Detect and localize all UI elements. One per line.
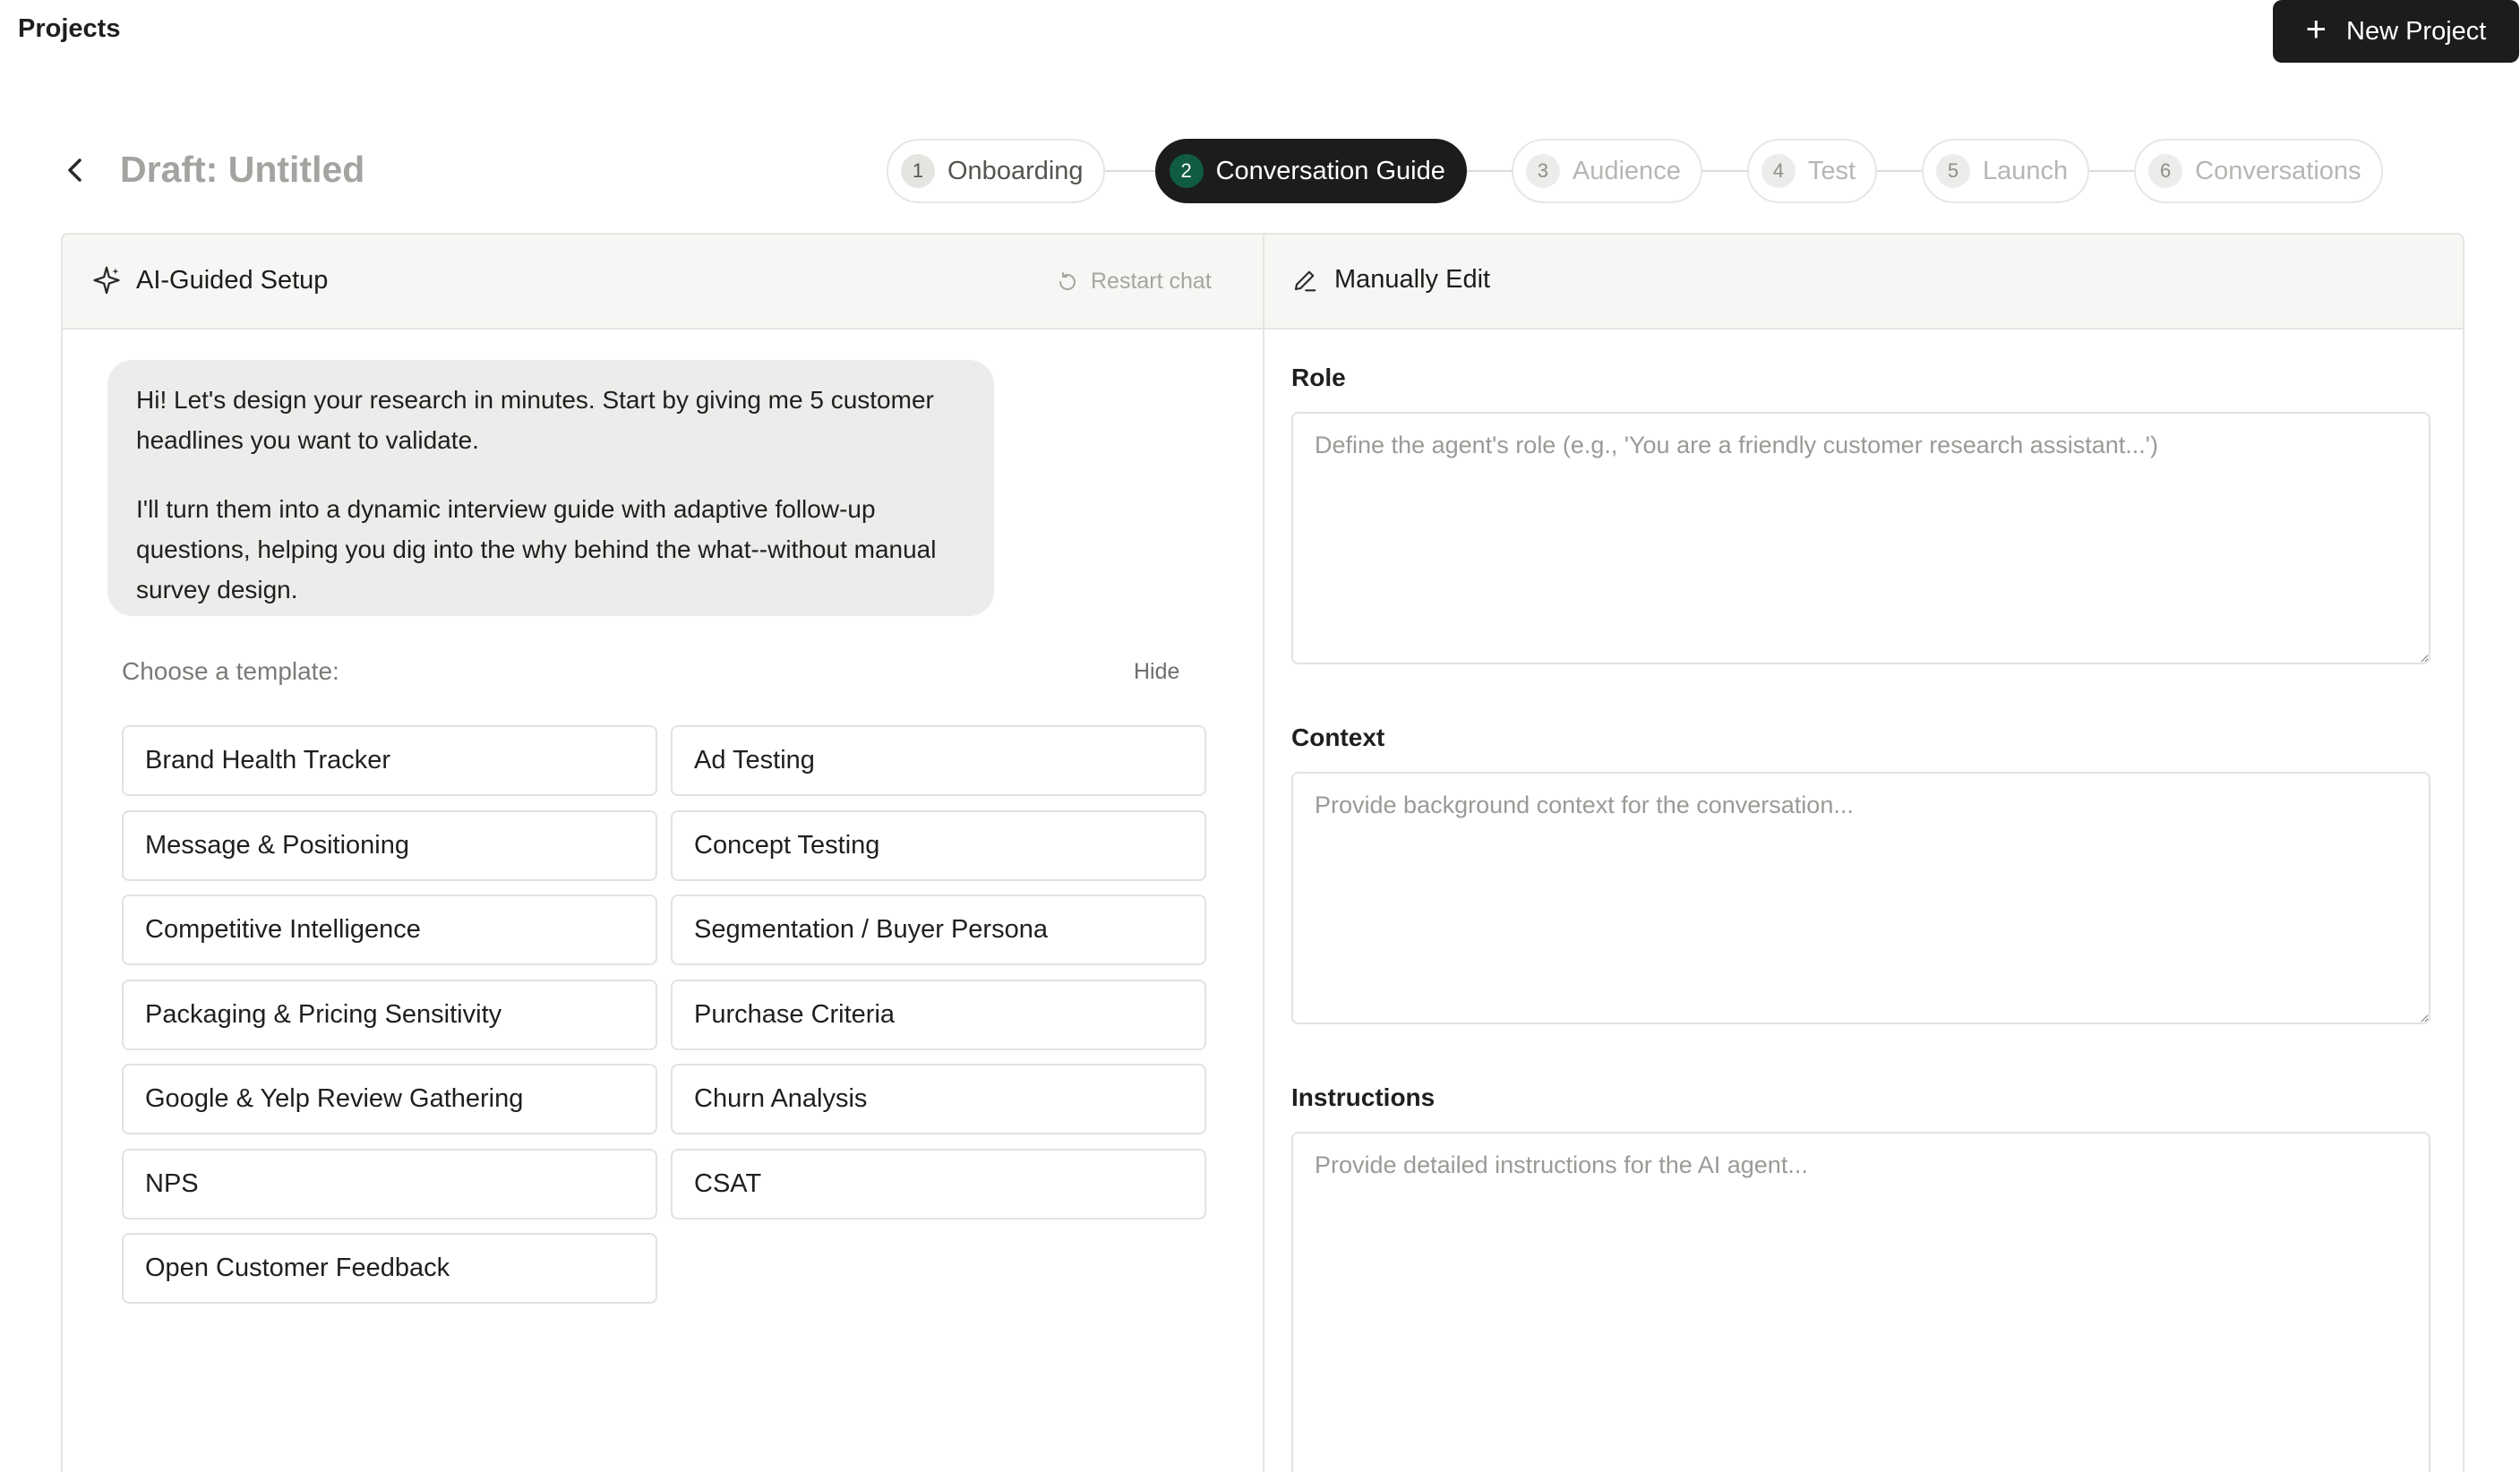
context-label: Context: [1291, 723, 1385, 751]
page-title: Projects: [18, 14, 121, 43]
template-message-positioning[interactable]: Message & Positioning: [122, 810, 657, 881]
draft-title: Draft: Untitled: [120, 149, 365, 190]
template-open-customer-feedback[interactable]: Open Customer Feedback: [122, 1233, 657, 1304]
step-label: Conversations: [2195, 156, 2361, 185]
step-number: 6: [2148, 154, 2183, 188]
hide-templates-button[interactable]: Hide: [1134, 659, 1179, 685]
ai-guided-setup-title: AI-Guided Setup: [136, 265, 329, 295]
progress-stepper: 1 Onboarding 2 Conversation Guide 3 Audi…: [887, 139, 2383, 203]
template-google-yelp-review-gathering[interactable]: Google & Yelp Review Gathering: [122, 1064, 657, 1134]
step-number: 1: [901, 154, 935, 188]
step-audience[interactable]: 3 Audience: [1511, 139, 1702, 203]
step-label: Conversation Guide: [1215, 156, 1445, 185]
refresh-icon: [1059, 271, 1076, 290]
draft-header: Draft: Untitled 1 Onboarding 2 Conversat…: [0, 134, 2520, 206]
template-nps[interactable]: NPS: [122, 1149, 657, 1220]
step-number: 4: [1761, 154, 1796, 188]
template-csat[interactable]: CSAT: [671, 1149, 1206, 1220]
template-ad-testing[interactable]: Ad Testing: [671, 725, 1206, 796]
assistant-message-paragraph: I'll turn them into a dynamic interview …: [136, 495, 937, 603]
template-brand-health-tracker[interactable]: Brand Health Tracker: [122, 725, 657, 796]
back-button[interactable]: [57, 152, 93, 188]
template-concept-testing[interactable]: Concept Testing: [671, 810, 1206, 881]
step-connector: [2089, 170, 2135, 172]
choose-template-label: Choose a template:: [122, 657, 339, 685]
template-segmentation-buyer-persona[interactable]: Segmentation / Buyer Persona: [671, 894, 1206, 965]
template-churn-analysis[interactable]: Churn Analysis: [671, 1064, 1206, 1134]
step-connector: [1466, 170, 1512, 172]
step-test[interactable]: 4 Test: [1746, 139, 1878, 203]
step-number: 3: [1525, 154, 1560, 188]
template-competitive-intelligence[interactable]: Competitive Intelligence: [122, 894, 657, 965]
step-label: Launch: [1983, 156, 2069, 185]
step-conversation-guide[interactable]: 2 Conversation Guide: [1154, 139, 1467, 203]
step-onboarding[interactable]: 1 Onboarding: [887, 139, 1105, 203]
manually-edit-title: Manually Edit: [1334, 265, 1491, 294]
panel-divider: [1263, 235, 1264, 1472]
role-field[interactable]: [1291, 412, 2430, 664]
restart-chat-button[interactable]: Restart chat: [1057, 269, 1212, 295]
sparkle-icon: [93, 266, 120, 295]
step-label: Audience: [1572, 156, 1681, 185]
step-label: Test: [1807, 156, 1856, 185]
top-bar: Projects + New Project: [0, 0, 2520, 64]
new-project-label: New Project: [2346, 16, 2487, 46]
step-label: Onboarding: [947, 156, 1084, 185]
assistant-message-paragraph: Hi! Let's design your research in minute…: [136, 386, 934, 454]
context-field[interactable]: [1291, 772, 2430, 1024]
ai-guided-setup-header: AI-Guided Setup: [91, 265, 328, 295]
manually-edit-header: Manually Edit: [1291, 265, 1490, 295]
plus-icon: +: [2305, 10, 2327, 49]
role-label: Role: [1291, 364, 1346, 391]
chevron-left-icon: [68, 158, 81, 182]
step-conversations[interactable]: 6 Conversations: [2134, 139, 2383, 203]
instructions-field[interactable]: [1291, 1132, 2430, 1472]
template-purchase-criteria[interactable]: Purchase Criteria: [671, 980, 1206, 1050]
template-packaging-pricing-sensitivity[interactable]: Packaging & Pricing Sensitivity: [122, 980, 657, 1050]
step-number: 2: [1169, 154, 1204, 188]
instructions-label: Instructions: [1291, 1083, 1436, 1111]
step-connector: [1877, 170, 1923, 172]
pencil-icon: [1294, 270, 1316, 291]
step-launch[interactable]: 5 Launch: [1922, 139, 2090, 203]
restart-chat-label: Restart chat: [1091, 269, 1212, 294]
assistant-message: Hi! Let's design your research in minute…: [107, 360, 994, 616]
setup-panel: AI-Guided Setup Restart chat Manually Ed…: [61, 233, 2464, 1472]
new-project-button[interactable]: + New Project: [2273, 0, 2519, 63]
step-connector: [1701, 170, 1747, 172]
step-number: 5: [1936, 154, 1971, 188]
step-connector: [1104, 170, 1155, 172]
